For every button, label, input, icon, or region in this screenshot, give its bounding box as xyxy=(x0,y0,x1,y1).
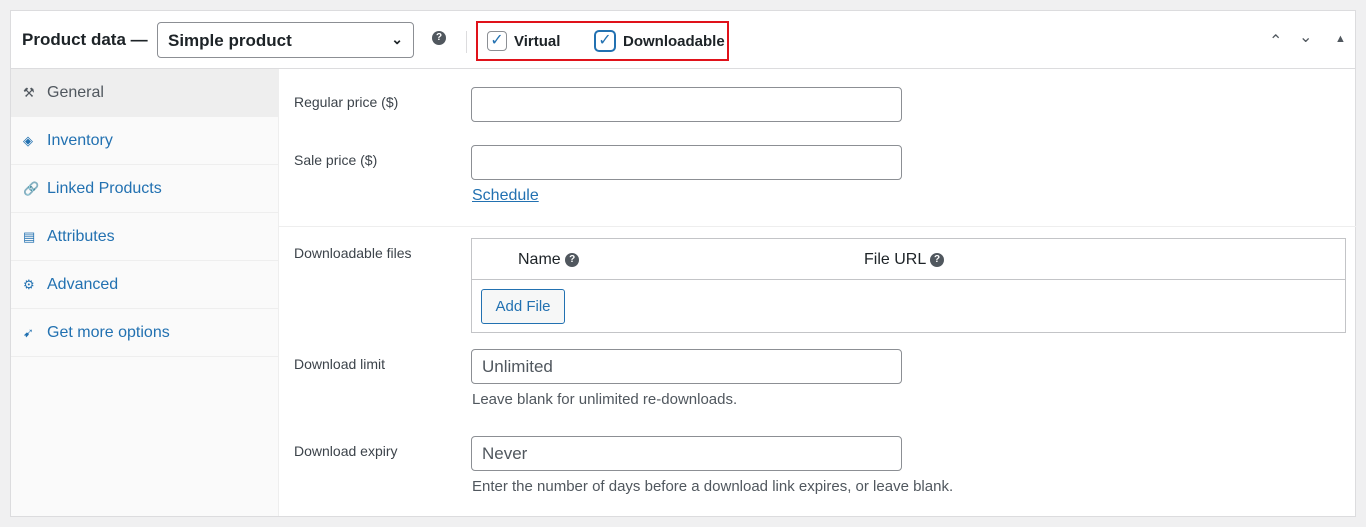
help-icon[interactable]: ? xyxy=(565,252,580,267)
wrench-icon: ⚒ xyxy=(23,84,35,100)
move-down-icon[interactable]: ⌄ xyxy=(1299,27,1312,47)
file-url-column-header: File URL ? xyxy=(864,251,945,269)
tag-icon: ◈ xyxy=(23,132,33,148)
divider xyxy=(466,31,467,53)
tab-label: Attributes xyxy=(47,227,115,245)
link-icon: 🔗 xyxy=(23,180,40,196)
list-icon: ▤ xyxy=(23,228,36,244)
move-up-icon[interactable]: ⌃ xyxy=(1269,31,1282,51)
table-header: Name ? File URL ? xyxy=(472,239,1345,280)
regular-price-input[interactable] xyxy=(471,87,902,122)
divider xyxy=(279,226,1356,227)
sale-price-label: Sale price ($) xyxy=(294,152,378,168)
product-type-select[interactable]: Simple product ⌄ xyxy=(157,22,414,58)
help-icon[interactable]: ? xyxy=(930,252,945,267)
download-expiry-hint: Enter the number of days before a downlo… xyxy=(472,478,954,495)
panel-title: Product data — xyxy=(22,30,148,49)
plugin-icon: ➹ xyxy=(23,324,34,340)
download-expiry-input[interactable]: Never xyxy=(471,436,902,471)
downloadable-checkbox[interactable]: ✓ xyxy=(595,31,615,51)
downloadable-files-table: Name ? File URL ? Add File xyxy=(471,238,1346,333)
schedule-link[interactable]: Schedule xyxy=(472,187,539,205)
help-icon[interactable]: ? xyxy=(432,31,446,45)
downloadable-files-label: Downloadable files xyxy=(294,245,412,261)
tab-label: Linked Products xyxy=(47,179,162,197)
sidebar: ⚒ General ◈ Inventory 🔗 Linked Products ▤ At… xyxy=(11,69,279,516)
tab-label: Get more options xyxy=(47,323,170,341)
collapse-toggle-icon[interactable]: ▲ xyxy=(1335,33,1346,45)
add-file-button[interactable]: Add File xyxy=(481,289,565,324)
tab-label: Advanced xyxy=(47,275,119,293)
product-data-panel: Product data — Simple product ⌄ ? ✓ Virtu… xyxy=(10,10,1356,517)
column-label: Name xyxy=(518,251,561,268)
name-column-header: Name ? xyxy=(518,251,580,269)
download-limit-input[interactable]: Unlimited xyxy=(471,349,902,384)
chevron-down-icon: ⌄ xyxy=(391,31,403,47)
highlight-box: ✓ Virtual ✓ Downloadable xyxy=(476,21,729,61)
virtual-checkbox[interactable]: ✓ xyxy=(487,31,507,51)
tab-general[interactable]: ⚒ General xyxy=(11,69,278,117)
download-limit-label: Download limit xyxy=(294,356,386,372)
sale-price-input[interactable] xyxy=(471,145,902,180)
tab-attributes[interactable]: ▤ Attributes xyxy=(11,213,278,261)
tab-label: General xyxy=(47,83,104,101)
panel-header: Product data — Simple product ⌄ ? ✓ Virtu… xyxy=(11,11,1355,69)
download-expiry-label: Download expiry xyxy=(294,443,398,459)
regular-price-label: Regular price ($) xyxy=(294,94,399,110)
tab-label: Inventory xyxy=(47,131,113,149)
tab-get-more-options[interactable]: ➹ Get more options xyxy=(11,309,278,357)
tab-advanced[interactable]: ⚙ Advanced xyxy=(11,261,278,309)
tab-inventory[interactable]: ◈ Inventory xyxy=(11,117,278,165)
download-limit-hint: Leave blank for unlimited re-downloads. xyxy=(472,391,738,408)
gear-icon: ⚙ xyxy=(23,276,35,292)
column-label: File URL xyxy=(864,251,926,268)
product-type-value: Simple product xyxy=(168,31,292,50)
virtual-label[interactable]: Virtual xyxy=(514,33,560,50)
tab-linked-products[interactable]: 🔗 Linked Products xyxy=(11,165,278,213)
downloadable-label[interactable]: Downloadable xyxy=(623,33,725,50)
